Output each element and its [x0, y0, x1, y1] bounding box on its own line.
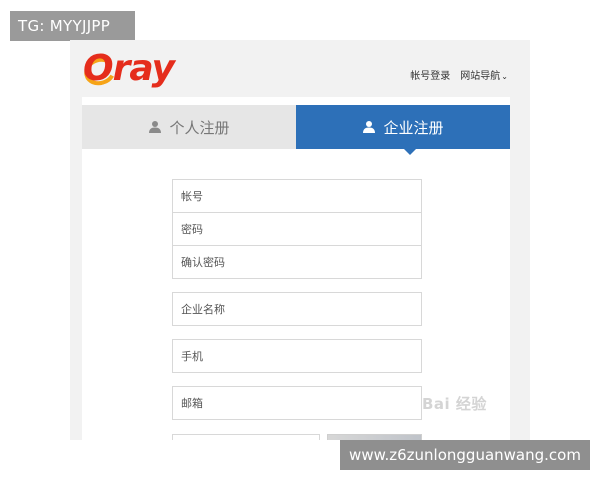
- oray-logo[interactable]: Oray: [80, 48, 188, 90]
- company-name-input[interactable]: [172, 292, 422, 326]
- account-input[interactable]: [172, 179, 422, 213]
- tab-company-register[interactable]: 企业注册: [296, 105, 510, 149]
- register-tabs: 个人注册 企业注册: [82, 105, 510, 149]
- register-panel: 个人注册 企业注册: [82, 97, 510, 440]
- confirm-password-input[interactable]: [172, 245, 422, 279]
- watermark-tg: TG: MYYJJPP: [10, 11, 135, 41]
- logo-text: Oray: [83, 48, 175, 89]
- baidu-watermark: Bai 经验: [422, 395, 487, 413]
- email-input[interactable]: [172, 386, 422, 420]
- registration-page: Oray 帐号登录 网站导航⌄ 个人注册 企业注册: [70, 40, 530, 440]
- captcha-input[interactable]: [172, 434, 320, 440]
- site-nav-label: 网站导航: [460, 71, 501, 82]
- mobile-input[interactable]: [172, 339, 422, 373]
- tab-company-label: 企业注册: [383, 118, 444, 137]
- active-tab-pointer: [404, 149, 416, 155]
- tab-personal-label: 个人注册: [169, 118, 230, 137]
- site-nav-dropdown[interactable]: 网站导航⌄: [460, 67, 508, 82]
- watermark-url: www.z6zunlongguanwang.com: [340, 440, 590, 470]
- person-icon: [149, 121, 162, 133]
- tab-personal-register[interactable]: 个人注册: [82, 105, 296, 149]
- chevron-down-icon: ⌄: [501, 72, 508, 81]
- top-nav: 帐号登录 网站导航⌄: [410, 67, 508, 82]
- password-input[interactable]: [172, 212, 422, 246]
- account-login-link[interactable]: 帐号登录: [410, 67, 450, 82]
- person-icon: [363, 121, 376, 133]
